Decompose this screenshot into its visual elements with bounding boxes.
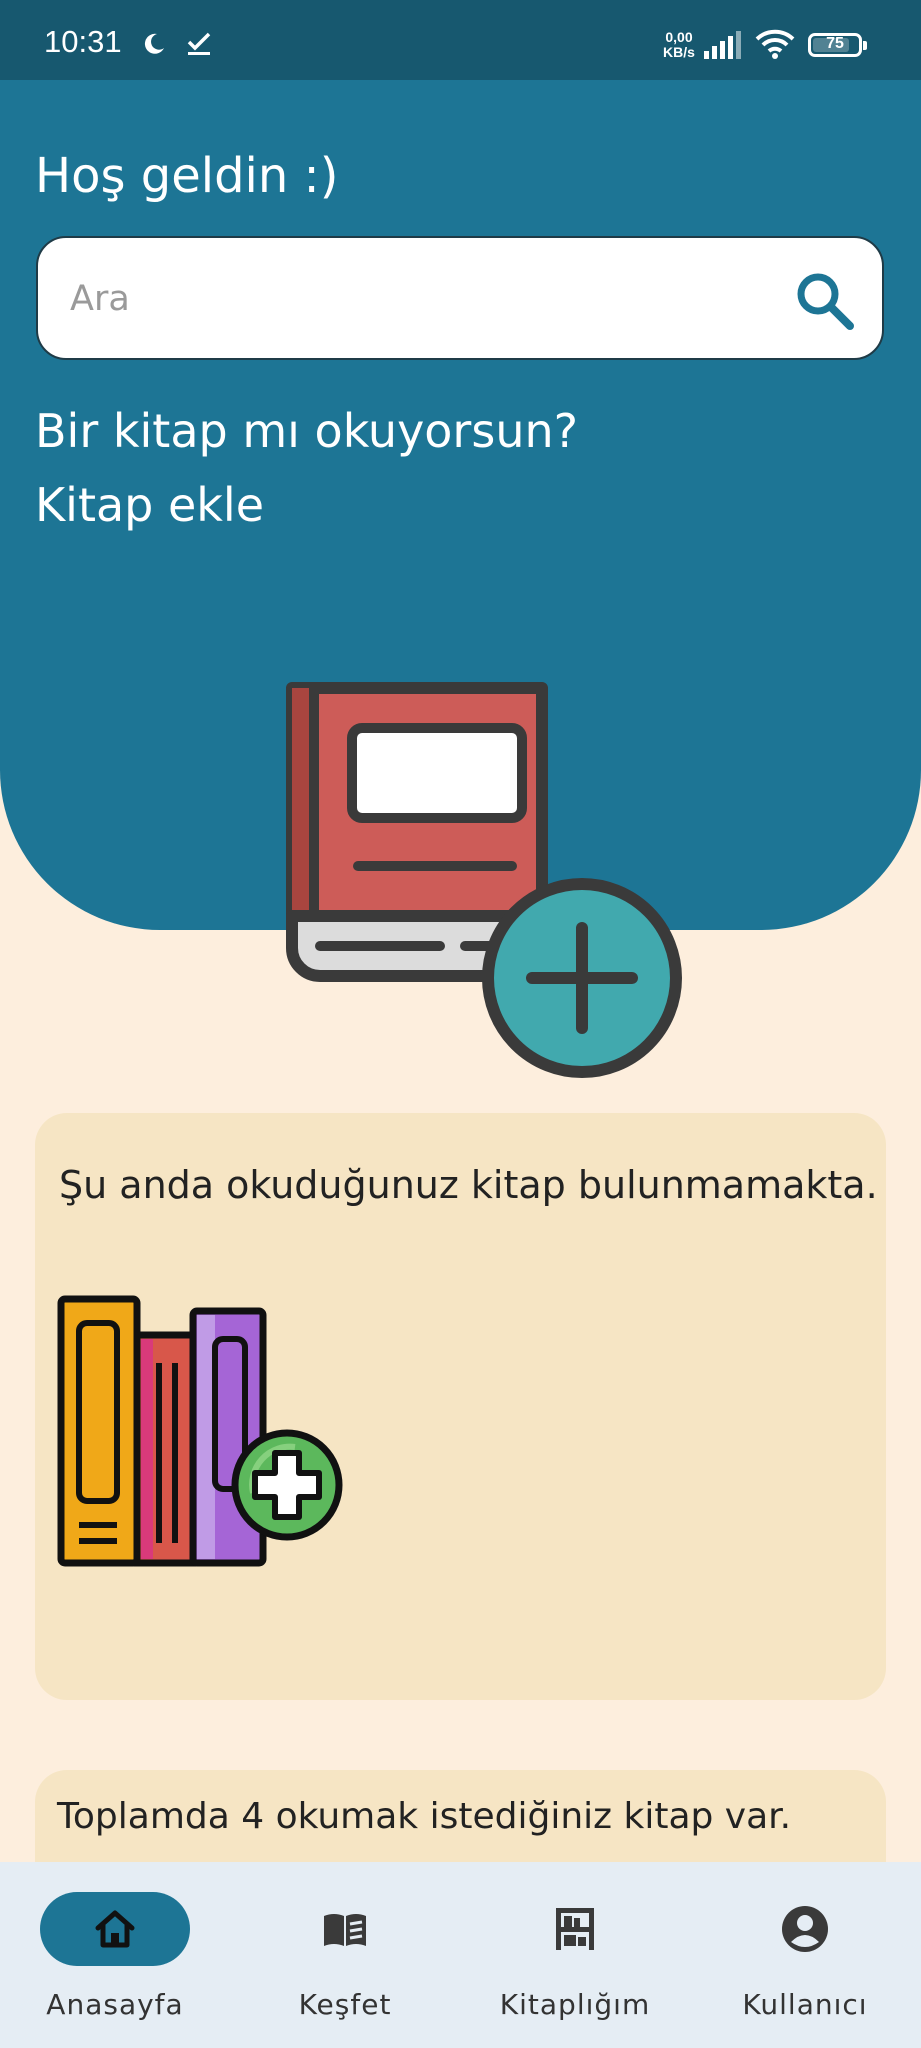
user-icon	[782, 1906, 828, 1952]
bottom-navigation: Anasayfa Keşfet Kitaplığım Kullanıcı	[0, 1862, 921, 2048]
status-bar: 10:31 0,00 KB/s 75	[0, 0, 921, 80]
bookshelf-icon	[556, 1908, 594, 1950]
battery-tip	[863, 41, 867, 50]
add-book-illustration[interactable]	[280, 676, 690, 1086]
moon-icon	[144, 33, 164, 54]
search-input[interactable]	[68, 266, 772, 332]
battery-level: 75	[826, 35, 844, 52]
nav-label-kullanici: Kullanıcı	[742, 1988, 868, 2021]
nav-item-kullanici[interactable]: Kullanıcı	[710, 1892, 910, 2022]
network-speed: 0,00 KB/s	[658, 30, 700, 60]
search-icon[interactable]	[792, 268, 856, 332]
nav-item-kitapligim[interactable]: Kitaplığım	[480, 1892, 680, 2022]
battery-indicator: 75	[808, 33, 862, 57]
current-reading-card: Şu anda okuduğunuz kitap bulunmamakta.	[35, 1113, 886, 1700]
greeting-title: Hoş geldin :)	[35, 148, 339, 204]
nav-item-anasayfa[interactable]: Anasayfa	[20, 1892, 220, 2022]
network-speed-value: 0,00	[665, 29, 693, 45]
signal-icon	[704, 31, 741, 59]
open-book-icon	[324, 1914, 366, 1946]
add-book-link[interactable]: Kitap ekle	[35, 478, 264, 532]
network-speed-unit: KB/s	[663, 44, 695, 60]
status-time: 10:31	[44, 24, 122, 59]
want-to-read-message: Toplamda 4 okumak istediğiniz kitap var.	[57, 1796, 792, 1837]
nav-label-kesfet: Keşfet	[298, 1988, 392, 2021]
search-bar[interactable]	[36, 236, 884, 360]
home-icon	[95, 1910, 135, 1948]
wifi-icon	[755, 29, 795, 59]
check-icon	[187, 32, 211, 55]
nav-label-kitapligim: Kitaplığım	[499, 1988, 651, 2021]
nav-label-anasayfa: Anasayfa	[46, 1988, 184, 2021]
nav-item-kesfet[interactable]: Keşfet	[250, 1892, 450, 2022]
add-book-question: Bir kitap mı okuyorsun?	[35, 404, 579, 458]
books-add-icon[interactable]	[55, 1293, 365, 1583]
current-reading-message: Şu anda okuduğunuz kitap bulunmamakta.	[59, 1163, 878, 1207]
